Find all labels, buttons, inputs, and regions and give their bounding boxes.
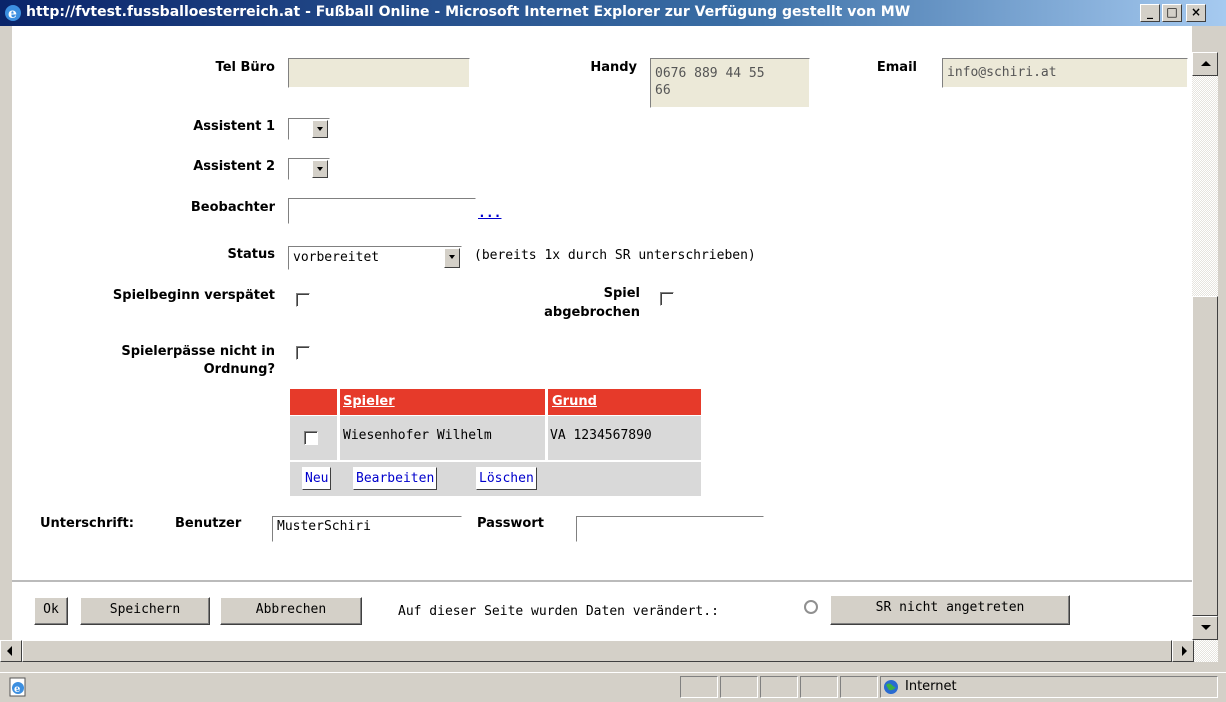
status-selected-value: vorbereitet	[293, 250, 380, 265]
assistent1-select[interactable]	[288, 118, 330, 140]
spiel-abgebrochen-label-2: abgebrochen	[544, 305, 640, 320]
column-divider	[545, 416, 548, 460]
status-label: Status	[227, 247, 275, 262]
internet-explorer-icon: e	[5, 5, 21, 22]
assistent2-select[interactable]	[288, 158, 330, 180]
spielerpaesse-label-2: Ordnung?	[203, 362, 275, 377]
abbrechen-button[interactable]: Abbrechen	[220, 597, 362, 625]
email-field[interactable]: info@schiri.at	[942, 58, 1188, 88]
table-cell-grund: VA 1234567890	[550, 428, 652, 443]
changed-data-text: Auf dieser Seite wurden Daten verändert.…	[398, 604, 719, 619]
chevron-down-icon[interactable]	[444, 248, 460, 268]
window-title: http://fvtest.fussballoesterreich.at - F…	[26, 4, 911, 20]
spieler-table-header: Spieler Grund	[290, 389, 701, 415]
benutzer-label: Benutzer	[175, 516, 242, 531]
row-select-checkbox[interactable]	[304, 431, 318, 445]
minimize-button[interactable]: _	[1140, 4, 1160, 22]
beobachter-label: Beobachter	[190, 200, 275, 215]
maximize-button[interactable]: □	[1162, 4, 1182, 22]
form-area	[12, 26, 1192, 582]
chevron-down-icon[interactable]	[312, 160, 328, 178]
spielerpaesse-checkbox[interactable]	[296, 346, 310, 360]
scroll-right-icon[interactable]	[1172, 640, 1194, 662]
status-panel	[680, 676, 718, 698]
speichern-button[interactable]: Speichern	[80, 597, 210, 625]
loeschen-button[interactable]: Löschen	[476, 467, 537, 490]
window-titlebar[interactable]: e http://fvtest.fussballoesterreich.at -…	[0, 0, 1226, 26]
assistent1-label: Assistent 1	[193, 119, 275, 134]
status-panel	[800, 676, 838, 698]
table-row[interactable]: Wiesenhofer Wilhelm VA 1234567890	[290, 416, 701, 460]
tel-buero-field[interactable]	[288, 58, 470, 88]
status-panel	[840, 676, 878, 698]
unterschrift-label: Unterschrift:	[40, 516, 134, 531]
status-panel	[760, 676, 798, 698]
zone-label: Internet	[905, 679, 957, 694]
sr-nicht-angetreten-button[interactable]: SR nicht angetreten	[830, 595, 1070, 625]
handy-field[interactable]: 0676 889 44 55 66	[650, 58, 810, 108]
handy-label: Handy	[590, 60, 637, 75]
ok-button[interactable]: Ok	[34, 597, 68, 625]
bearbeiten-button[interactable]: Bearbeiten	[353, 467, 438, 490]
scroll-left-icon[interactable]	[0, 640, 22, 662]
assistent2-label: Assistent 2	[193, 159, 275, 174]
passwort-label: Passwort	[477, 516, 544, 531]
column-header-spieler[interactable]: Spieler	[343, 394, 395, 409]
changed-indicator-radio[interactable]	[804, 600, 818, 614]
spielbeginn-checkbox[interactable]	[296, 293, 310, 307]
column-divider	[337, 416, 340, 460]
column-header-grund[interactable]: Grund	[552, 394, 597, 409]
spielbeginn-label: Spielbeginn verspätet	[112, 288, 275, 303]
globe-icon	[884, 680, 898, 694]
zone-panel: Internet	[880, 676, 1218, 698]
email-label: Email	[876, 60, 917, 75]
beobachter-input[interactable]	[288, 198, 476, 224]
tel-buero-label: Tel Büro	[215, 60, 275, 75]
spielerpaesse-label-1: Spielerpässe nicht in	[121, 344, 275, 359]
spiel-abgebrochen-checkbox[interactable]	[660, 292, 674, 306]
table-cell-spieler: Wiesenhofer Wilhelm	[343, 428, 492, 443]
close-button[interactable]: ×	[1186, 4, 1206, 22]
svg-text:e: e	[8, 6, 17, 22]
svg-text:e: e	[14, 684, 20, 695]
page-icon: e	[9, 677, 26, 697]
column-divider	[337, 389, 340, 415]
beobachter-lookup-link[interactable]: ...	[478, 206, 501, 221]
status-note: (bereits 1x durch SR unterschrieben)	[474, 248, 756, 263]
table-actions: Neu Bearbeiten Löschen	[290, 462, 701, 496]
neu-button[interactable]: Neu	[302, 467, 332, 490]
passwort-input[interactable]	[576, 516, 764, 542]
spiel-abgebrochen-label-1: Spiel	[603, 286, 640, 301]
chevron-down-icon[interactable]	[312, 120, 328, 138]
vertical-scrollbar-thumb[interactable]	[1192, 296, 1218, 616]
status-select[interactable]: vorbereitet	[288, 246, 462, 270]
status-bar: e Internet	[0, 672, 1226, 702]
status-panel	[720, 676, 758, 698]
column-divider	[545, 389, 548, 415]
horizontal-scrollbar-thumb[interactable]	[22, 640, 1172, 662]
scroll-down-icon[interactable]	[1192, 616, 1218, 640]
scroll-up-icon[interactable]	[1192, 52, 1218, 76]
benutzer-input[interactable]: MusterSchiri	[272, 516, 462, 542]
